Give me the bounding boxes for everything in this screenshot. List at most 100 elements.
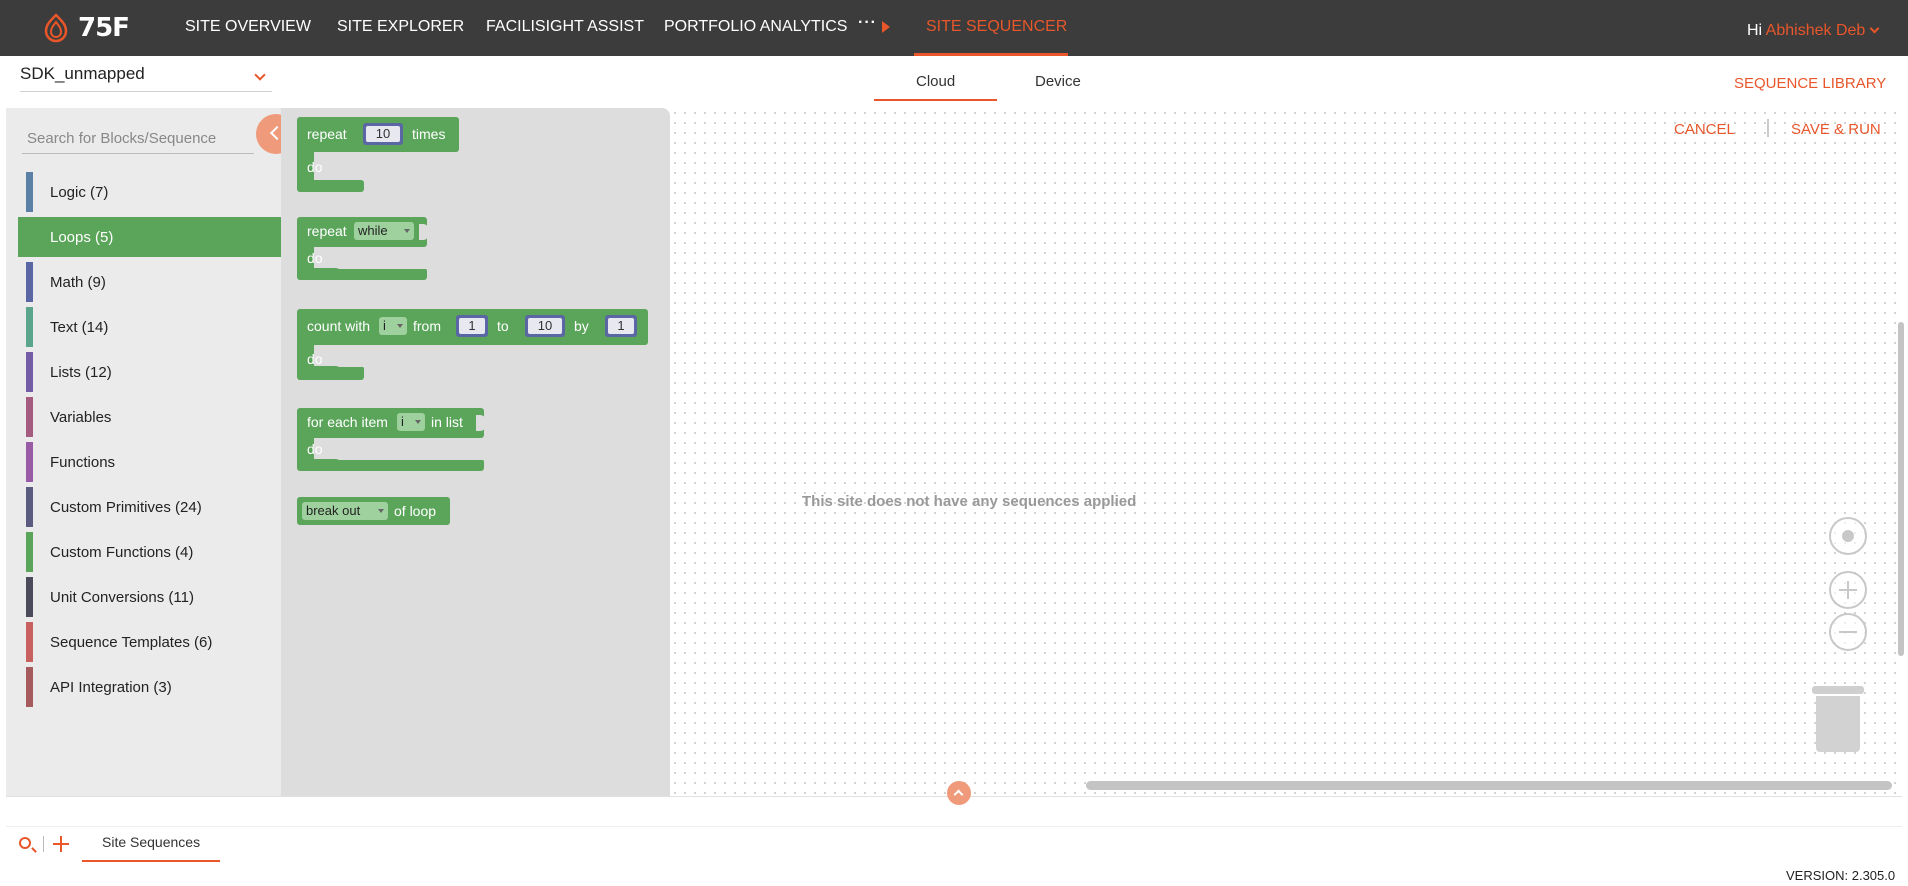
block-text: for each item [307, 414, 388, 430]
category-label: Logic (7) [50, 183, 109, 201]
category-color-bar [26, 532, 33, 572]
divider [43, 836, 44, 852]
category-label: Loops (5) [50, 228, 114, 246]
block-text: by [574, 318, 589, 334]
expand-bottom-button[interactable] [947, 781, 971, 805]
category-color-bar [26, 442, 33, 482]
block-dropdown[interactable]: i [397, 413, 425, 431]
divider [1767, 119, 1769, 137]
user-name: Abhishek Deb [1765, 22, 1866, 39]
block-dropdown-value: i [383, 318, 386, 333]
block-text: of loop [394, 503, 437, 519]
nav-site-explorer[interactable]: SITE EXPLORER [337, 18, 464, 36]
site-select-value: SDK_unmapped [20, 64, 145, 83]
plus-icon[interactable] [53, 836, 69, 852]
block-dropdown[interactable]: i [379, 317, 407, 335]
category-panel: Search for Blocks/Sequence Logic (7) Loo… [6, 108, 281, 796]
category-functions[interactable]: Functions [18, 442, 281, 482]
category-custom-functions[interactable]: Custom Functions (4) [18, 532, 281, 572]
top-nav: 75F SITE OVERVIEW SITE EXPLORER FACILISI… [0, 0, 1908, 56]
nav-site-sequencer[interactable]: SITE SEQUENCER [926, 18, 1067, 36]
category-custom-primitives[interactable]: Custom Primitives (24) [18, 487, 281, 527]
category-label: Custom Primitives (24) [50, 498, 202, 516]
block-text: times [412, 126, 446, 142]
category-label: Unit Conversions (11) [50, 588, 194, 606]
block-text: do [307, 250, 323, 266]
category-math[interactable]: Math (9) [18, 262, 281, 302]
logo-icon [44, 13, 68, 43]
search-icon[interactable] [19, 837, 31, 849]
empty-state-message: This site does not have any sequences ap… [802, 493, 1137, 510]
logo[interactable]: 75F [40, 12, 130, 44]
block-number-field[interactable]: 1 [608, 318, 634, 334]
target-icon[interactable] [1829, 517, 1867, 555]
block-dropdown-value: while [358, 223, 388, 238]
category-color-bar [26, 487, 33, 527]
category-unit-conversions[interactable]: Unit Conversions (11) [18, 577, 281, 617]
zoom-in-icon[interactable] [1829, 571, 1867, 609]
user-menu[interactable]: Hi Abhishek Deb [1747, 22, 1880, 40]
category-label: Text (14) [50, 318, 109, 336]
category-label: API Integration (3) [50, 678, 172, 696]
category-label: Custom Functions (4) [50, 543, 194, 561]
block-number-field[interactable]: 10 [528, 318, 562, 334]
category-sequence-templates[interactable]: Sequence Templates (6) [18, 622, 281, 662]
tab-cloud[interactable]: Cloud [916, 73, 955, 90]
dropdown-arrow-icon [378, 509, 384, 513]
block-text: count with [307, 318, 371, 334]
workspace-canvas[interactable] [670, 108, 1902, 796]
nav-active-underline [914, 53, 1068, 56]
category-color-bar [26, 397, 33, 437]
category-variables[interactable]: Variables [18, 397, 281, 437]
block-text: do [307, 159, 323, 175]
block-text: to [497, 318, 509, 334]
category-logic[interactable]: Logic (7) [18, 172, 281, 212]
search-input[interactable]: Search for Blocks/Sequence [22, 122, 254, 154]
sequence-library-link[interactable]: SEQUENCE LIBRARY [1734, 75, 1886, 92]
save-run-button[interactable]: SAVE & RUN [1791, 121, 1881, 138]
tab-site-sequences[interactable]: Site Sequences [102, 834, 200, 850]
category-color-bar [26, 262, 33, 302]
block-dropdown[interactable]: while [354, 222, 414, 240]
block-text: from [413, 318, 441, 334]
bottom-bar [6, 826, 1902, 866]
nav-site-overview[interactable]: SITE OVERVIEW [185, 18, 311, 36]
block-dropdown[interactable]: break out [302, 502, 388, 520]
category-api-integration[interactable]: API Integration (3) [18, 667, 281, 707]
block-text: do [307, 441, 323, 457]
category-label: Lists (12) [50, 363, 112, 381]
horizontal-scrollbar[interactable] [1086, 781, 1892, 790]
category-label: Functions [50, 453, 116, 471]
nav-portfolio-analytics[interactable]: PORTFOLIO ANALYTICS [664, 18, 847, 36]
logo-text: 75F [78, 13, 130, 43]
block-dropdown-value: break out [306, 503, 361, 518]
nav-arrow-icon[interactable] [882, 21, 890, 33]
greeting-text: Hi [1747, 22, 1763, 39]
block-number-field[interactable]: 10 [366, 126, 400, 142]
block-dropdown-value: i [401, 414, 404, 429]
category-loops[interactable]: Loops (5) [18, 217, 281, 257]
cancel-button[interactable]: CANCEL [1674, 121, 1735, 138]
dropdown-arrow-icon [415, 420, 421, 424]
dropdown-arrow-icon [397, 324, 403, 328]
category-color-bar [26, 622, 33, 662]
category-color-bar [26, 352, 33, 392]
category-label: Math (9) [50, 273, 106, 291]
nav-more-button[interactable]: ··· [858, 14, 877, 32]
category-text[interactable]: Text (14) [18, 307, 281, 347]
block-text: repeat [307, 223, 347, 239]
block-text: in list [431, 414, 463, 430]
category-color-bar [26, 577, 33, 617]
tab-active-underline [82, 860, 220, 862]
vertical-scrollbar[interactable] [1898, 322, 1904, 656]
tab-device[interactable]: Device [1035, 73, 1081, 90]
nav-facilisight-assist[interactable]: FACILISIGHT ASSIST [486, 18, 644, 36]
tab-active-underline [874, 99, 997, 101]
category-lists[interactable]: Lists (12) [18, 352, 281, 392]
category-label: Sequence Templates (6) [50, 633, 213, 651]
block-number-field[interactable]: 1 [459, 318, 485, 334]
category-color-bar [26, 667, 33, 707]
site-select[interactable]: SDK_unmapped [20, 64, 272, 92]
zoom-out-icon[interactable] [1829, 613, 1867, 651]
category-color-bar [26, 172, 33, 212]
